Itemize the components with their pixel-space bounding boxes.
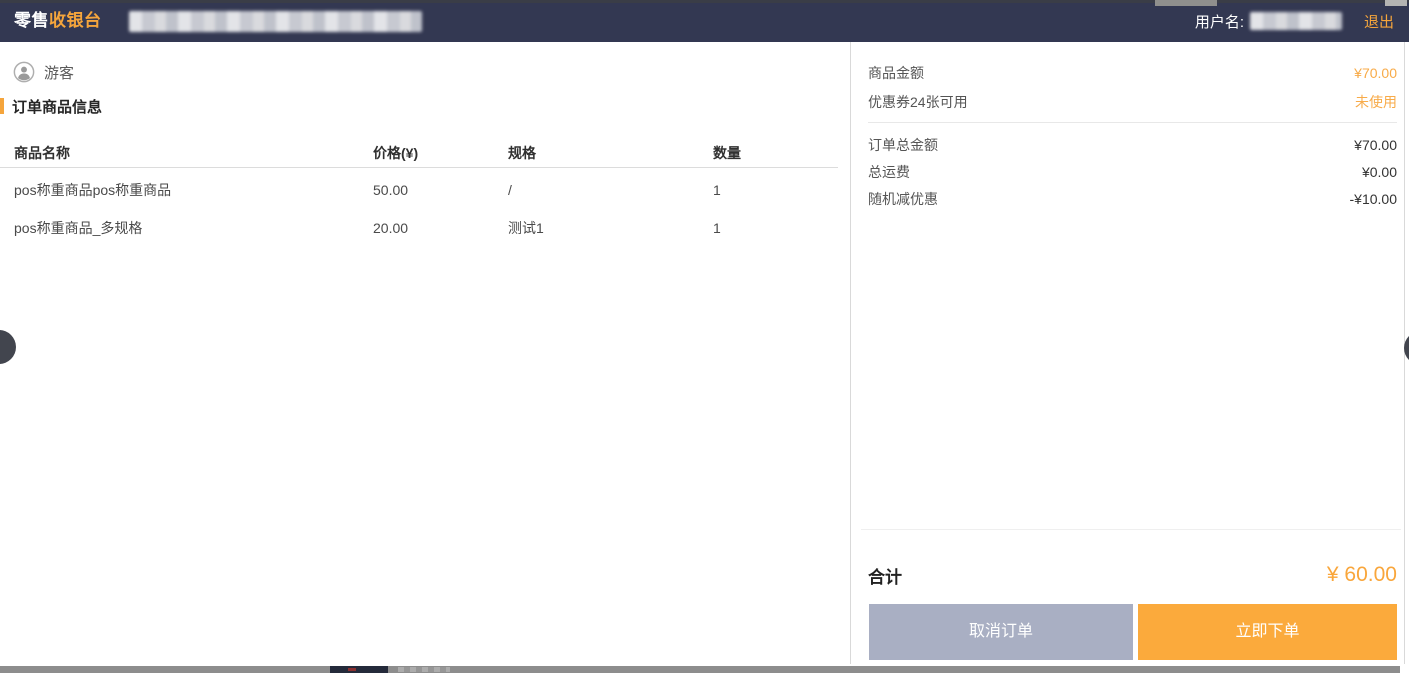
order-total-value: ¥70.00	[1354, 137, 1397, 153]
summary-row-order-total: 订单总金额 ¥70.00	[851, 131, 1404, 158]
username-label: 用户名:	[1195, 11, 1244, 32]
app-title: 零售收银台	[14, 0, 102, 42]
cell-spec: 测试1	[508, 213, 544, 243]
app-title-suffix: 收银台	[49, 11, 102, 30]
user-avatar-icon	[13, 61, 35, 83]
accent-bar	[0, 98, 4, 114]
summary-row-coupon[interactable]: 优惠券24张可用 未使用	[851, 87, 1404, 116]
cell-price: 50.00	[373, 175, 408, 205]
table-header-divider	[0, 167, 838, 168]
cancel-order-button[interactable]: 取消订单	[869, 604, 1133, 660]
customer-selector[interactable]: 游客	[13, 61, 74, 83]
username-redacted	[1250, 12, 1342, 30]
summary-row-amount: 商品金额 ¥70.00	[851, 58, 1404, 87]
shipping-value: ¥0.00	[1362, 164, 1397, 180]
coupon-status[interactable]: 未使用	[1355, 92, 1397, 112]
customer-name: 游客	[44, 62, 74, 83]
order-section-title: 订单商品信息	[0, 97, 102, 115]
logout-button[interactable]: 退出	[1364, 11, 1394, 32]
cell-product-name: pos称重商品_多规格	[14, 213, 142, 243]
table-header-row: 商品名称 价格(¥) 规格 数量	[0, 138, 849, 168]
cell-price: 20.00	[373, 213, 408, 243]
table-row: pos称重商品pos称重商品 50.00 / 1	[0, 175, 849, 205]
discount-value: -¥10.00	[1350, 191, 1397, 207]
col-header-spec: 规格	[508, 138, 536, 168]
bottom-edge-strip	[0, 666, 1400, 673]
summary-divider	[868, 122, 1397, 123]
background-text-fragment	[398, 667, 450, 672]
total-row: 合计 ¥ 60.00	[851, 558, 1404, 592]
cell-product-name: pos称重商品pos称重商品	[14, 175, 171, 205]
background-window-fragment	[1155, 0, 1217, 6]
summary-row-discount: 随机减优惠 -¥10.00	[851, 185, 1404, 212]
background-window-fragment	[1385, 0, 1407, 6]
amount-value: ¥70.00	[1354, 65, 1397, 81]
total-value: ¥ 60.00	[1327, 563, 1397, 587]
col-header-product: 商品名称	[14, 138, 70, 168]
total-divider	[861, 529, 1401, 530]
order-summary-panel: 商品金额 ¥70.00 优惠券24张可用 未使用 订单总金额 ¥70.00 总运…	[850, 42, 1405, 664]
total-label: 合计	[868, 563, 902, 588]
cell-spec: /	[508, 175, 512, 205]
col-header-price: 价格(¥)	[373, 138, 418, 168]
table-row: pos称重商品_多规格 20.00 测试1 1	[0, 213, 849, 243]
submit-order-button[interactable]: 立即下单	[1138, 604, 1397, 660]
cell-qty: 1	[713, 175, 721, 205]
order-items-panel: 游客 订单商品信息 商品名称 价格(¥) 规格 数量 pos称重商品pos称重商…	[0, 42, 849, 664]
summary-row-shipping: 总运费 ¥0.00	[851, 158, 1404, 185]
store-name-redacted	[129, 11, 422, 32]
header-bar: 零售收银台 用户名: 退出	[0, 0, 1409, 42]
app-title-prefix: 零售	[14, 11, 49, 30]
col-header-qty: 数量	[713, 138, 741, 168]
cell-qty: 1	[713, 213, 721, 243]
background-image-fragment	[330, 666, 388, 673]
